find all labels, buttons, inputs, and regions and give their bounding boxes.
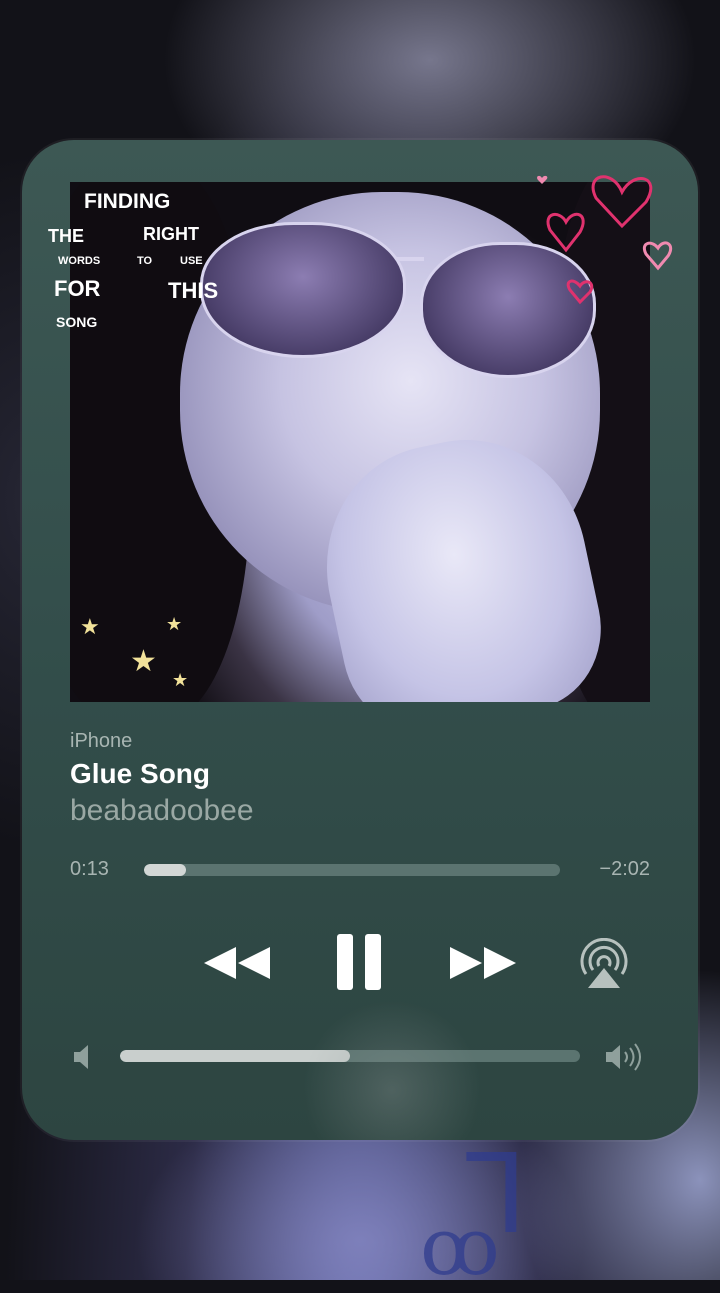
track-title: Glue Song: [70, 758, 210, 789]
rewind-icon: [204, 947, 270, 979]
airplay-button[interactable]: [576, 938, 632, 990]
track-artist: beabadoobee: [70, 794, 254, 827]
star-sticker: ★: [80, 614, 100, 639]
speaker-low-icon: [74, 1045, 88, 1069]
fast-forward-icon: [450, 947, 516, 979]
tattoo-mark: ꝏ: [420, 1200, 500, 1293]
now-playing-widget: ★ ★ ★ ★ FINDING THE RIGHT WORDS TO USE F…: [22, 140, 698, 1140]
progress-scrubber[interactable]: [144, 864, 560, 876]
speaker-high-icon: [606, 1043, 641, 1071]
elapsed-time: 0:13: [70, 858, 109, 880]
heart-icon: [537, 175, 548, 184]
fast-forward-button[interactable]: [448, 943, 518, 983]
heart-icon: [566, 279, 594, 305]
rewind-button[interactable]: [202, 943, 272, 983]
star-sticker: ★: [172, 670, 189, 690]
heart-icon: [591, 175, 653, 229]
heart-icon: [643, 241, 673, 271]
pause-icon: [337, 934, 381, 990]
star-sticker: ★: [130, 645, 157, 678]
progress-fill: [144, 864, 186, 876]
pause-button[interactable]: [335, 932, 385, 992]
star-sticker: ★: [166, 614, 183, 634]
heart-icon: [546, 212, 585, 253]
playback-source: iPhone: [70, 730, 133, 752]
remaining-time: −2:02: [599, 858, 650, 880]
hearts-sticker: [537, 175, 673, 305]
